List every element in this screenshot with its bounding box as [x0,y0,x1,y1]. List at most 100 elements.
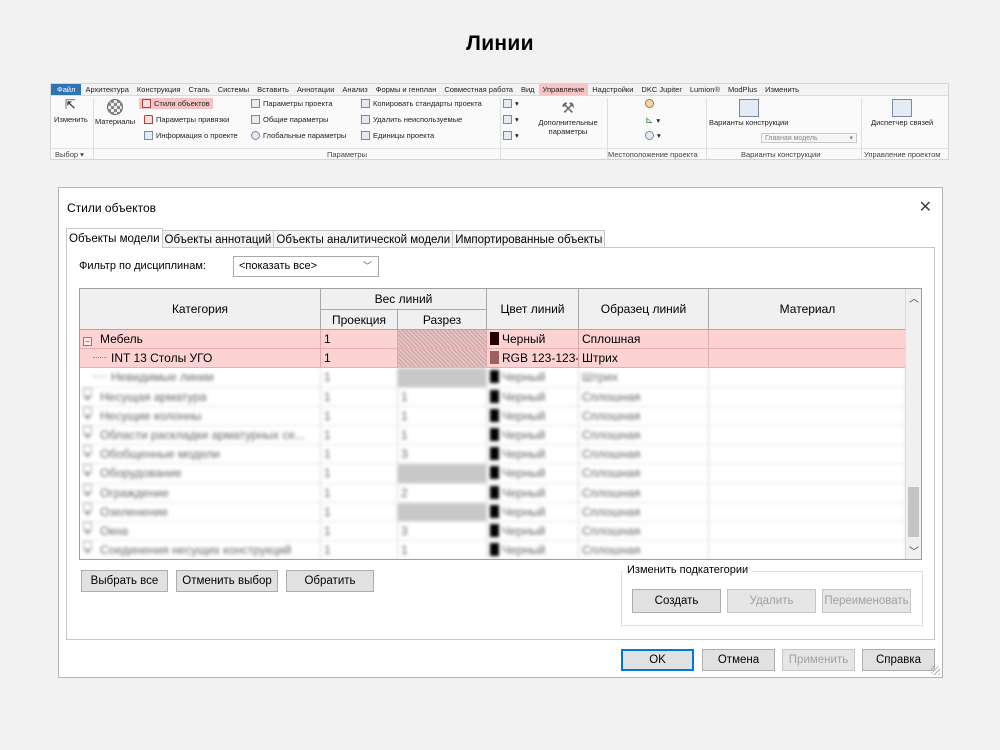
col-projection[interactable]: Проекция [321,309,398,329]
cell-pattern[interactable]: Сплошная [579,502,709,521]
cell-cut[interactable]: 1 [398,541,487,559]
cell-material[interactable] [709,445,906,464]
transfer-standards-button[interactable]: Копировать стандарты проекта [361,99,482,108]
cell-material[interactable] [709,464,906,483]
cell-category[interactable]: + Несущая арматура [80,387,321,406]
cell-material[interactable] [709,502,906,521]
ribbon-tab-8[interactable]: Формы и генплан [372,84,441,95]
cell-cut[interactable]: 3 [398,445,487,464]
purge-unused-button[interactable]: Удалить неиспользуемые [361,115,462,124]
cell-cut[interactable] [398,368,487,387]
table-row[interactable]: + Оборудование 1 Черный Сплошная [80,464,906,484]
cell-category[interactable]: − Мебель [80,330,321,349]
cell-projection[interactable]: 1 [321,425,398,445]
ribbon-tab-5[interactable]: Вставить [253,84,293,95]
expand-icon[interactable]: + [83,541,92,558]
cell-category[interactable]: INT 13 Столы УГО [80,349,321,368]
cell-pattern[interactable]: Сплошная [579,445,709,464]
cell-category[interactable]: + Соединения несущих конструкций [80,541,321,559]
design-options-button[interactable]: Варианты конструкции [709,99,788,127]
ribbon-tab-11[interactable]: Управление [538,84,589,95]
additional-settings-button[interactable]: ⚒ Дополнительные параметры [533,99,603,136]
cell-category[interactable]: + Окна [80,521,321,541]
project-params-button[interactable]: Параметры проекта [251,99,333,108]
cell-color[interactable]: Черный [487,330,579,349]
cell-category[interactable]: + Озеленение [80,502,321,521]
cell-pattern[interactable]: Сплошная [579,387,709,406]
table-row[interactable]: + Соединения несущих конструкций 1 1 Черный С… [80,541,906,559]
mini-tool-button-1[interactable]: ▾ [503,99,519,108]
expand-icon[interactable]: + [83,406,92,424]
group-select[interactable]: Выбор ▾ [55,149,84,160]
cell-cut[interactable] [398,349,487,368]
close-icon[interactable]: ✕ [919,197,932,217]
resize-grip-icon[interactable] [931,666,940,675]
cell-projection[interactable]: 1 [321,445,398,464]
ribbon-tab-1[interactable]: Архитектура [81,84,132,95]
ribbon-tab-0[interactable]: Файл [51,84,82,95]
tab-1[interactable]: Объекты аннотаций [161,230,275,248]
apply-button[interactable]: Применить [782,649,855,671]
table-row[interactable]: + Обобщенные модели 1 3 Черный Сплошная [80,445,906,465]
tab-0[interactable]: Объекты модели [66,228,163,248]
cell-category[interactable]: + Ограждение [80,483,321,502]
expand-icon[interactable]: + [83,387,92,405]
col-cut[interactable]: Разрез [398,309,487,329]
cell-color[interactable]: Черный [487,406,579,425]
help-button[interactable]: Справка [862,649,935,671]
cell-projection[interactable]: 1 [321,349,398,368]
cell-category[interactable]: + Несущие колонны [80,406,321,425]
ribbon-tab-6[interactable]: Аннотации [293,84,339,95]
cell-category[interactable]: + Обобщенные модели [80,445,321,464]
rename-subcategory-button[interactable]: Переименовать [822,589,911,613]
cell-color[interactable]: RGB 123-123- [487,349,579,368]
cell-material[interactable] [709,349,906,368]
cell-material[interactable] [709,541,906,559]
global-params-button[interactable]: Глобальные параметры [251,131,346,140]
cell-color[interactable]: Черный [487,541,579,559]
expand-icon[interactable]: + [83,502,92,520]
cell-material[interactable] [709,521,906,541]
expand-icon[interactable]: + [83,425,92,443]
cancel-button[interactable]: Отмена [702,649,775,671]
ribbon-tab-14[interactable]: Lumion® [686,84,724,95]
scroll-up-icon[interactable]: ︿ [906,290,921,305]
cell-pattern[interactable]: Сплошная [579,425,709,445]
cell-category[interactable]: Невидимые линии [80,368,321,387]
mini-tool-button-2[interactable]: ▾ [503,115,519,124]
snaps-button[interactable]: Параметры привязки [144,115,229,124]
materials-button[interactable]: Материалы [95,99,135,126]
cell-cut[interactable] [398,330,487,349]
cell-pattern[interactable]: Сплошная [579,541,709,559]
main-model-combo[interactable]: Главная модель ▾ [761,133,857,143]
location-button[interactable] [645,99,654,108]
cell-category[interactable]: + Оборудование [80,464,321,483]
table-row[interactable]: + Ограждение 1 2 Черный Сплошная [80,483,906,503]
delete-subcategory-button[interactable]: Удалить [727,589,816,613]
cell-projection[interactable]: 1 [321,330,398,349]
ribbon-tab-13[interactable]: DKC Jupiter [637,84,685,95]
project-units-button[interactable]: Единицы проекта [361,131,434,140]
select-none-button[interactable]: Отменить выбор [176,570,278,592]
cell-projection[interactable]: 1 [321,464,398,483]
table-row[interactable]: Невидимые линии 1 Черный Штрих [80,368,906,388]
cell-cut[interactable]: 2 [398,483,487,502]
cell-color[interactable]: Черный [487,387,579,406]
project-info-button[interactable]: Информация о проекте [144,131,238,140]
ribbon-tab-4[interactable]: Системы [214,84,253,95]
ribbon-tab-3[interactable]: Сталь [184,84,213,95]
cell-cut[interactable] [398,464,487,483]
scroll-thumb[interactable] [908,487,919,537]
cell-material[interactable] [709,387,906,406]
ribbon-tab-7[interactable]: Анализ [338,84,371,95]
table-row[interactable]: + Окна 1 3 Черный Сплошная [80,521,906,542]
coordinates-button[interactable]: ⊾ ▾ [645,115,660,126]
cell-color[interactable]: Черный [487,464,579,483]
ok-button[interactable]: OK [621,649,694,671]
cell-color[interactable]: Черный [487,502,579,521]
cell-projection[interactable]: 1 [321,406,398,425]
cell-projection[interactable]: 1 [321,502,398,521]
col-material[interactable]: Материал [709,289,906,329]
expand-icon[interactable]: + [83,445,92,462]
cell-cut[interactable]: 1 [398,387,487,406]
